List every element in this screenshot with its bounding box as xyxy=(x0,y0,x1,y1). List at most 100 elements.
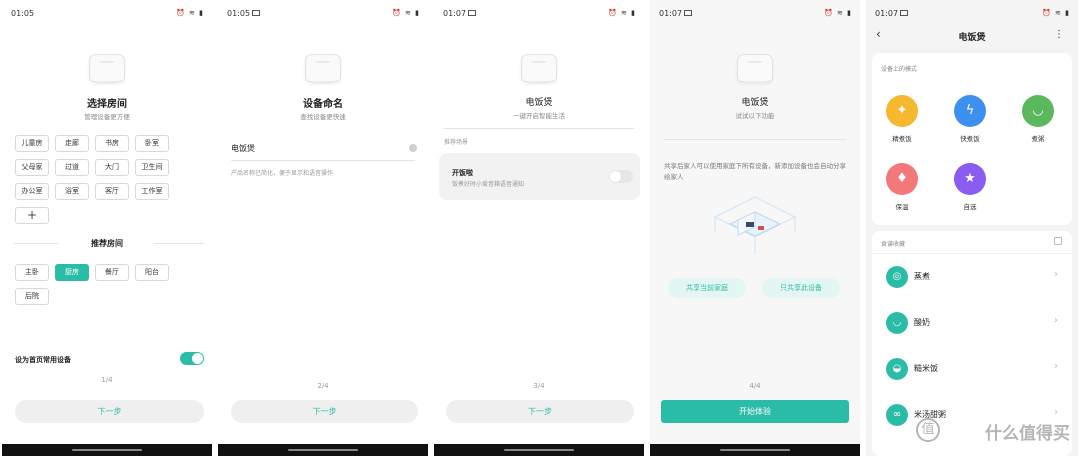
screen-select-room: 01:05 ⏰ ≋ ▮ 选择房间 管理设备更方便 儿童房 走廊 书房 卧室 父母… xyxy=(2,0,212,456)
system-nav-bar xyxy=(650,444,860,456)
mode-label: 自选 xyxy=(963,203,977,211)
status-time: 01:07 xyxy=(443,9,467,18)
page-title: 电饭煲 xyxy=(958,33,986,43)
status-bar: 01:07 ⏰ ≋ ▮ xyxy=(434,6,644,20)
home-indicator[interactable] xyxy=(504,449,574,451)
mode-keep-warm[interactable]: ♦ 保温 xyxy=(882,163,922,211)
common-device-toggle[interactable] xyxy=(180,352,204,365)
next-button[interactable]: 下一步 xyxy=(231,400,418,423)
screen-share-device: 01:07 ⏰ ≋ ▮ 电饭煲 试试以下功能 共享后家人可以使用家庭下所有设备，… xyxy=(650,0,860,456)
status-icons: ⏰ ≋ ▮ xyxy=(176,9,204,17)
status-time: 01:07 xyxy=(875,9,899,18)
recommended-room-chip-selected[interactable]: 厨房 xyxy=(55,264,89,281)
clear-input-icon[interactable] xyxy=(409,144,417,152)
home-indicator[interactable] xyxy=(288,449,358,451)
input-underline xyxy=(231,160,415,161)
image-notification-icon xyxy=(684,10,692,16)
screen-device-control: 01:07 ⏰ ≋ ▮ ‹ 电饭煲 ⋮ 设备上的模式 ✦ 精煮饭 ϟ 快煮饭 ◡… xyxy=(866,0,1078,456)
scene-title: 开饭啦 xyxy=(452,169,473,177)
page-subtitle: 试试以下功能 xyxy=(735,112,775,120)
recipe-item[interactable]: ◒ 糙米饭 › xyxy=(878,349,1066,389)
page-subtitle: 管理设备更方便 xyxy=(84,113,130,121)
watermark-logo-icon: 值 xyxy=(916,418,940,442)
mode-label: 精煮饭 xyxy=(892,135,912,143)
mode-porridge[interactable]: ◡ 煮粥 xyxy=(1018,95,1058,143)
common-device-label: 设为首页常用设备 xyxy=(15,356,71,364)
status-bar: 01:05 ⏰ ≋ ▮ xyxy=(218,6,428,20)
home-indicator[interactable] xyxy=(72,449,142,451)
room-chip[interactable]: 大门 xyxy=(95,159,129,176)
room-chip[interactable]: 儿童房 xyxy=(15,135,49,152)
cup-icon: ◡ xyxy=(886,312,908,334)
room-chip[interactable]: 工作室 xyxy=(135,183,169,200)
share-this-device-button[interactable]: 只共享此设备 xyxy=(762,278,840,298)
system-nav-bar xyxy=(434,444,644,456)
more-options-icon[interactable]: ⋮ xyxy=(1054,29,1064,40)
divider xyxy=(872,253,1072,254)
next-button[interactable]: 下一步 xyxy=(15,400,204,423)
divider xyxy=(664,139,846,140)
room-chip[interactable]: 卫生间 xyxy=(135,159,169,176)
scene-card[interactable]: 开饭啦 饭煮好时小爱音箱语音通知 xyxy=(439,153,640,200)
share-description: 共享后家人可以使用家庭下所有设备，新添加设备也会自动分享给家人 xyxy=(664,162,846,181)
room-chip[interactable]: 办公室 xyxy=(15,183,49,200)
recipes-heading: 食谱收藏 xyxy=(881,241,906,248)
star-icon: ★ xyxy=(954,163,986,195)
page-indicator: 1/4 xyxy=(101,376,113,384)
next-button[interactable]: 下一步 xyxy=(446,400,634,423)
start-button[interactable]: 开始体验 xyxy=(661,400,849,423)
status-bar: 01:07 ⏰ ≋ ▮ xyxy=(866,6,1078,20)
room-chip[interactable]: 走廊 xyxy=(55,135,89,152)
recommended-room-chip[interactable]: 后院 xyxy=(15,288,49,305)
pot-icon: ◎ xyxy=(886,266,908,288)
page-subtitle: 一键开启智能生活 xyxy=(513,112,565,120)
recipe-item[interactable]: ◎ 蒸煮 › xyxy=(878,257,1066,297)
status-icons: ⏰ ≋ ▮ xyxy=(392,9,420,17)
scene-toggle[interactable] xyxy=(609,170,633,183)
page-title: 设备命名 xyxy=(303,99,343,110)
mode-quick-rice[interactable]: ϟ 快煮饭 xyxy=(950,95,990,143)
modes-heading: 设备上的模式 xyxy=(881,66,918,73)
room-chip[interactable]: 父母家 xyxy=(15,159,49,176)
screen-recommended-scene: 01:07 ⏰ ≋ ▮ 电饭煲 一键开启智能生活 推荐场景 开饭啦 饭煮好时小爱… xyxy=(434,0,644,456)
screen-device-name: 01:05 ⏰ ≋ ▮ 设备命名 查找设备更快速 电饭煲 产品名称已简化，便于显… xyxy=(218,0,428,456)
mode-fine-rice[interactable]: ✦ 精煮饭 xyxy=(882,95,922,143)
chevron-right-icon: › xyxy=(1054,407,1058,418)
recommended-rooms-heading: 推荐房间 xyxy=(91,239,123,248)
room-chip[interactable]: 过道 xyxy=(55,159,89,176)
image-notification-icon xyxy=(900,10,908,16)
page-indicator: 4/4 xyxy=(749,382,761,390)
edit-icon[interactable] xyxy=(1054,237,1062,245)
rice-bowl-icon: ◒ xyxy=(886,358,908,380)
scene-description: 饭煮好时小爱音箱语音通知 xyxy=(452,181,525,188)
status-icons: ⏰ ≋ ▮ xyxy=(824,9,852,17)
rice-cooker-image xyxy=(737,54,773,84)
room-chip[interactable]: 卧室 xyxy=(135,135,169,152)
status-icons: ⏰ ≋ ▮ xyxy=(1042,9,1070,17)
rice-cooker-image xyxy=(305,54,341,84)
recipe-item[interactable]: ◡ 酸奶 › xyxy=(878,303,1066,343)
device-name-input[interactable]: 电饭煲 xyxy=(231,143,255,154)
recommended-room-chip[interactable]: 主卧 xyxy=(15,264,49,281)
recommended-room-chip[interactable]: 阳台 xyxy=(135,264,169,281)
room-chip[interactable]: 客厅 xyxy=(95,183,129,200)
modes-card: 设备上的模式 ✦ 精煮饭 ϟ 快煮饭 ◡ 煮粥 ♦ 保温 ★ 自选 xyxy=(872,53,1072,225)
status-time: 01:05 xyxy=(11,9,35,18)
add-room-button[interactable]: + xyxy=(15,207,49,224)
room-chip[interactable]: 书房 xyxy=(95,135,129,152)
lightning-icon: ϟ xyxy=(954,95,986,127)
name-hint: 产品名称已简化，便于显示和语音操作 xyxy=(231,170,334,177)
link-icon: ∞ xyxy=(886,404,908,426)
share-current-home-button[interactable]: 共享当前家庭 xyxy=(668,278,746,298)
mode-label: 煮粥 xyxy=(1031,135,1045,143)
recipe-label: 蒸煮 xyxy=(914,272,930,281)
mode-custom[interactable]: ★ 自选 xyxy=(950,163,990,211)
drop-icon: ♦ xyxy=(886,163,918,195)
home-illustration xyxy=(713,196,797,254)
status-bar: 01:07 ⏰ ≋ ▮ xyxy=(650,6,860,20)
page-indicator: 3/4 xyxy=(533,382,545,390)
recommended-room-chip[interactable]: 餐厅 xyxy=(95,264,129,281)
room-chip[interactable]: 浴室 xyxy=(55,183,89,200)
status-time: 01:07 xyxy=(659,9,683,18)
home-indicator[interactable] xyxy=(720,449,790,451)
